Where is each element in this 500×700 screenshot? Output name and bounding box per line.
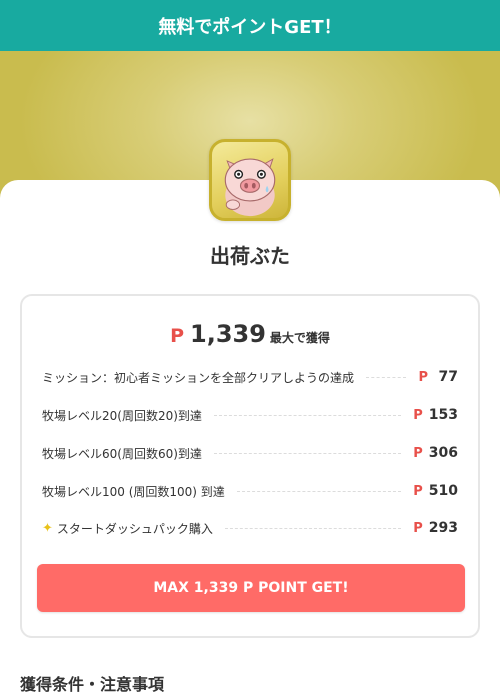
pig-face-icon	[209, 139, 291, 221]
reward-points: 293	[428, 520, 458, 536]
reward-label: ミッション：初心者ミッションを全部クリアしようの達成	[42, 370, 355, 385]
reward-points: 153	[428, 407, 458, 423]
dotted-leader	[236, 490, 402, 492]
header-title: 無料でポイントGET！	[158, 16, 342, 38]
reward-row: 牧場レベル60(周回数60)到達 P 306	[42, 443, 458, 463]
top-bar: 無料でポイントGET！	[0, 0, 500, 51]
point-mark: P	[170, 325, 184, 347]
dotted-leader	[213, 452, 402, 454]
point-mark: P	[413, 445, 423, 461]
reward-card: P 1,339 最大で獲得 ミッション：初心者ミッションを全部クリアしようの達成 P…	[20, 294, 480, 638]
total-points: P 1,339 最大で獲得	[22, 320, 478, 348]
total-amount: 1,339	[190, 320, 266, 348]
point-mark: P	[413, 407, 423, 423]
reward-row: ✦ スタートダッシュパック購入 P 293	[42, 518, 458, 538]
dotted-leader	[213, 414, 402, 416]
reward-label: 牧場レベル20(周回数20)到達	[42, 408, 202, 423]
sparkle-icon: ✦	[42, 520, 53, 536]
reward-label: 牧場レベル60(周回数60)到達	[42, 446, 202, 461]
total-suffix: 最大で獲得	[269, 331, 330, 345]
conditions-heading: 獲得条件・注意事項	[20, 675, 165, 694]
reward-row: 牧場レベル100 (周回数100) 到達 P 510	[42, 481, 458, 501]
reward-row: 牧場レベル20(周回数20)到達 P 153	[42, 405, 458, 425]
dotted-leader	[366, 376, 407, 378]
point-get-button[interactable]: MAX 1,339 P POINT GET!	[37, 564, 465, 612]
point-mark: P	[418, 369, 428, 385]
point-mark: P	[413, 483, 423, 499]
reward-row: ミッション：初心者ミッションを全部クリアしようの達成 P 77	[42, 367, 458, 387]
pig-illustration	[224, 158, 276, 217]
reward-label: スタートダッシュパック購入	[56, 521, 213, 536]
reward-points: 77	[438, 369, 458, 385]
app-title: 出荷ぶた	[210, 244, 290, 268]
point-mark: P	[413, 520, 423, 536]
reward-label: 牧場レベル100 (周回数100) 到達	[42, 484, 225, 499]
reward-points: 510	[428, 483, 458, 499]
reward-points: 306	[428, 445, 458, 461]
dotted-leader	[224, 527, 402, 529]
